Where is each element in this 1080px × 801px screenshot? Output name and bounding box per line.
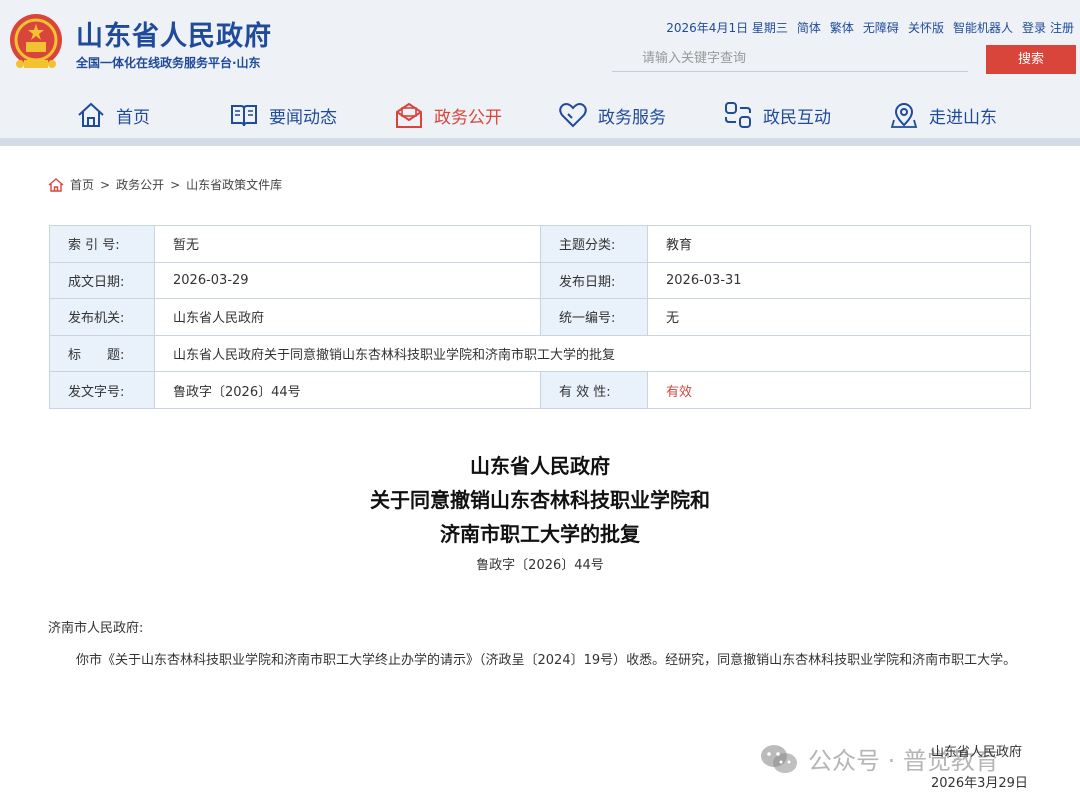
document-info-table: 索 引 号: 暂无 主题分类: 教育 成文日期: 2026-03-29 发布日期… <box>49 225 1031 409</box>
nav-item-services[interactable]: 政务服务 <box>558 96 666 134</box>
table-row: 标 题: 山东省人民政府关于同意撤销山东杏林科技职业学院和济南市职工大学的批复 <box>49 334 1031 373</box>
index-value: 暂无 <box>154 225 541 263</box>
current-date: 2026年4月1日 星期三 <box>666 21 788 35</box>
breadcrumb-home[interactable]: 首页 <box>70 176 94 193</box>
book-icon <box>231 105 257 127</box>
breadcrumb-separator: > <box>100 177 111 192</box>
site-title[interactable]: 山东省人民政府 <box>76 14 272 53</box>
home-icon <box>48 177 64 192</box>
breadcrumb: 首页 > 政务公开 > 山东省政策文件库 <box>48 176 282 193</box>
site-header: 山东省人民政府 全国一体化在线政务服务平台·山东 2026年4月1日 星期三 简… <box>0 0 1080 146</box>
link-care-version[interactable]: 关怀版 <box>908 19 944 36</box>
heart-icon <box>559 103 587 128</box>
site-subtitle: 全国一体化在线政务服务平台·山东 <box>76 56 261 70</box>
nav-label-services: 政务服务 <box>598 107 666 128</box>
table-row: 索 引 号: 暂无 主题分类: 教育 <box>49 225 1031 263</box>
nav-label-gov-affairs: 政务公开 <box>434 107 502 128</box>
doc-number-value: 鲁政字〔2026〕44号 <box>154 371 541 409</box>
location-icon <box>890 103 918 128</box>
main-nav: 首页 要闻动态 政务公开 政务服务 政民互动 走进山东 <box>0 96 1080 134</box>
link-traditional[interactable]: 繁体 <box>830 19 854 36</box>
table-row: 发布机关: 山东省人民政府 统一编号: 无 <box>49 298 1031 336</box>
search-button[interactable]: 搜索 <box>986 45 1076 74</box>
published-date-value: 2026-03-31 <box>647 261 1031 300</box>
breadcrumb-gov-affairs[interactable]: 政务公开 <box>116 176 164 193</box>
topic-value: 教育 <box>647 225 1031 263</box>
top-links: 2026年4月1日 星期三 简体 繁体 无障碍 关怀版 智能机器人 登录 注册 <box>666 19 1074 36</box>
title-label: 标 题: <box>49 334 155 373</box>
table-row: 成文日期: 2026-03-29 发布日期: 2026-03-31 <box>49 261 1031 300</box>
doc-title-line-2: 关于同意撤销山东杏林科技职业学院和 <box>370 488 710 512</box>
issuer-value: 山东省人民政府 <box>154 298 541 336</box>
link-simplified[interactable]: 简体 <box>797 19 821 36</box>
mail-open-icon <box>396 102 422 128</box>
validity-value: 有效 <box>647 371 1031 409</box>
header-divider <box>0 138 1080 146</box>
search-input[interactable] <box>612 46 968 72</box>
nav-item-interaction[interactable]: 政民互动 <box>723 96 831 134</box>
doc-number-label: 发文字号: <box>49 371 155 409</box>
link-robot[interactable]: 智能机器人 <box>953 19 1013 36</box>
table-row: 发文字号: 鲁政字〔2026〕44号 有 效 性: 有效 <box>49 371 1031 409</box>
interaction-icon <box>725 102 751 128</box>
validity-label: 有 效 性: <box>540 371 648 409</box>
serial-label: 统一编号: <box>540 298 648 336</box>
national-emblem-icon <box>10 14 62 68</box>
title-value: 山东省人民政府关于同意撤销山东杏林科技职业学院和济南市职工大学的批复 <box>154 334 1031 373</box>
nav-label-home: 首页 <box>116 107 150 128</box>
wechat-icon <box>761 744 797 773</box>
nav-label-interaction: 政民互动 <box>763 107 831 128</box>
breadcrumb-separator: > <box>170 177 181 192</box>
doc-title-line-3: 济南市职工大学的批复 <box>440 522 640 546</box>
nav-label-news: 要闻动态 <box>269 107 337 128</box>
home-icon <box>78 102 104 127</box>
nav-item-shandong[interactable]: 走进山东 <box>889 96 997 134</box>
topic-label: 主题分类: <box>540 225 648 263</box>
signature-org: 山东省人民政府 <box>931 745 1023 760</box>
breadcrumb-policy-library[interactable]: 山东省政策文件库 <box>186 176 282 193</box>
doc-body: 你市《关于山东杏林科技职业学院和济南市职工大学终止办学的请示》（济政呈〔2024… <box>76 653 1017 668</box>
doc-title-line-1: 山东省人民政府 <box>470 454 610 478</box>
doc-addressee: 济南市人民政府: <box>48 621 144 636</box>
link-accessibility[interactable]: 无障碍 <box>863 19 899 36</box>
published-date-label: 发布日期: <box>540 261 648 300</box>
issuer-label: 发布机关: <box>49 298 155 336</box>
index-label: 索 引 号: <box>49 225 155 263</box>
nav-item-gov-affairs[interactable]: 政务公开 <box>394 96 502 134</box>
nav-item-home[interactable]: 首页 <box>76 96 150 134</box>
nav-label-shandong: 走进山东 <box>929 107 997 128</box>
written-date-value: 2026-03-29 <box>154 261 541 300</box>
register-link[interactable]: 注册 <box>1050 19 1074 36</box>
doc-number: 鲁政字〔2026〕44号 <box>476 558 604 573</box>
signature-date: 2026年3月29日 <box>931 776 1028 791</box>
nav-item-news[interactable]: 要闻动态 <box>229 96 337 134</box>
login-link[interactable]: 登录 <box>1022 19 1046 36</box>
written-date-label: 成文日期: <box>49 261 155 300</box>
serial-value: 无 <box>647 298 1031 336</box>
